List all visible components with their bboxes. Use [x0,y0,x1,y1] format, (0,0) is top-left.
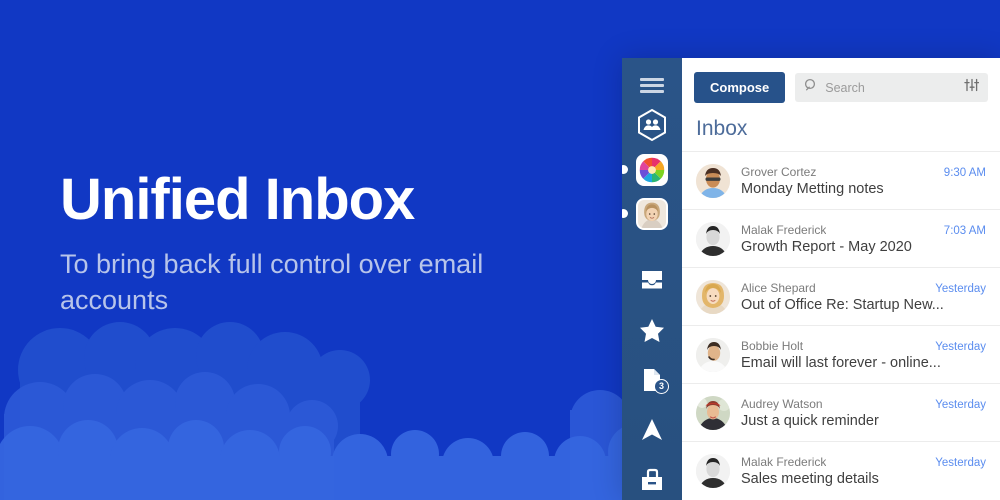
app-sidebar: 3 [622,58,682,500]
email-meta: Malak Frederick 7:03 AM [741,223,986,237]
account-switcher [622,154,668,186]
filter-sliders-icon[interactable] [964,78,980,97]
email-subject: Monday Metting notes [741,180,884,197]
email-meta: Alice Shepard Yesterday [741,281,986,295]
email-list: Grover Cortez 9:30 AM Monday Metting not… [682,151,1000,500]
avatar [696,163,730,198]
account-avatar-rainbow[interactable] [636,154,668,186]
email-timestamp: 9:30 AM [943,166,986,179]
email-subject: Sales meeting details [741,470,879,487]
email-content: Audrey Watson Yesterday Just a quick rem… [741,397,986,429]
sidebar-item-sent[interactable] [632,410,672,450]
compose-button[interactable]: Compose [694,72,786,103]
email-content: Grover Cortez 9:30 AM Monday Metting not… [741,165,986,197]
avatar [696,221,730,256]
email-app-window: 3 Compose Search Inbox Grover Cortez 9:3… [622,58,1000,500]
email-content: Malak Frederick Yesterday Sales meeting … [741,455,986,487]
email-timestamp: 7:03 AM [943,224,986,237]
email-timestamp: Yesterday [935,282,986,295]
avatar [696,395,730,430]
email-meta: Malak Frederick Yesterday [741,455,986,469]
page-subtitle: To bring back full control over email ac… [60,248,484,315]
toolbar: Compose [682,58,1000,111]
hamburger-menu-icon[interactable] [632,70,672,100]
table-row[interactable]: Grover Cortez 9:30 AM Monday Metting not… [682,151,1000,209]
email-sender: Bobbie Holt [741,338,804,353]
drafts-count-badge: 3 [654,379,669,394]
email-meta: Grover Cortez 9:30 AM [741,165,986,179]
avatar [696,337,730,372]
sidebar-item-drafts[interactable]: 3 [632,360,672,400]
account-notification-dot-secondary [622,209,628,218]
page-title: Unified Inbox [60,167,415,232]
email-timestamp: Yesterday [935,456,986,469]
email-content: Bobbie Holt Yesterday Email will last fo… [741,339,986,371]
email-subject: Email will last forever - online... [741,354,941,371]
table-row[interactable]: Alice Shepard Yesterday Out of Office Re… [682,267,1000,325]
table-row[interactable]: Bobbie Holt Yesterday Email will last fo… [682,325,1000,383]
search-bar[interactable] [795,73,988,102]
avatar [696,453,730,488]
table-row[interactable]: Malak Frederick Yesterday Sales meeting … [682,441,1000,499]
email-sender: Grover Cortez [741,164,817,179]
email-sender: Alice Shepard [741,280,816,295]
email-meta: Bobbie Holt Yesterday [741,339,986,353]
sidebar-item-starred[interactable] [632,310,672,350]
promo-banner: Unified Inbox To bring back full control… [0,0,1000,500]
rail-nav: 3 [632,256,672,500]
email-sender: Malak Frederick [741,222,827,237]
email-subject: Out of Office Re: Startup New... [741,296,944,313]
email-timestamp: Yesterday [935,398,986,411]
account-switcher-secondary [622,198,668,230]
table-row[interactable]: Malak Frederick 7:03 AM Growth Report - … [682,209,1000,267]
email-meta: Audrey Watson Yesterday [741,397,986,411]
app-main-panel: Compose Search Inbox Grover Cortez 9:30 … [682,58,1000,500]
table-row[interactable]: Audrey Watson Yesterday Just a quick rem… [682,383,1000,441]
email-subject: Growth Report - May 2020 [741,238,912,255]
page-section-title: Inbox [696,117,748,140]
search-input[interactable] [825,80,957,95]
sidebar-item-archive[interactable] [632,460,672,500]
account-notification-dot [622,165,628,174]
email-subject: Just a quick reminder [741,412,879,429]
email-content: Malak Frederick 7:03 AM Growth Report - … [741,223,986,255]
hero-text-block: Unified Inbox To bring back full control… [60,167,580,318]
email-sender: Audrey Watson [741,396,823,411]
avatar [696,279,730,314]
email-content: Alice Shepard Yesterday Out of Office Re… [741,281,986,313]
email-timestamp: Yesterday [935,340,986,353]
email-sender: Malak Frederick [741,454,827,469]
search-icon [804,78,818,97]
account-avatar-portrait[interactable] [636,198,668,230]
sidebar-item-inbox[interactable] [632,260,672,300]
hexagon-people-icon[interactable] [632,108,672,142]
